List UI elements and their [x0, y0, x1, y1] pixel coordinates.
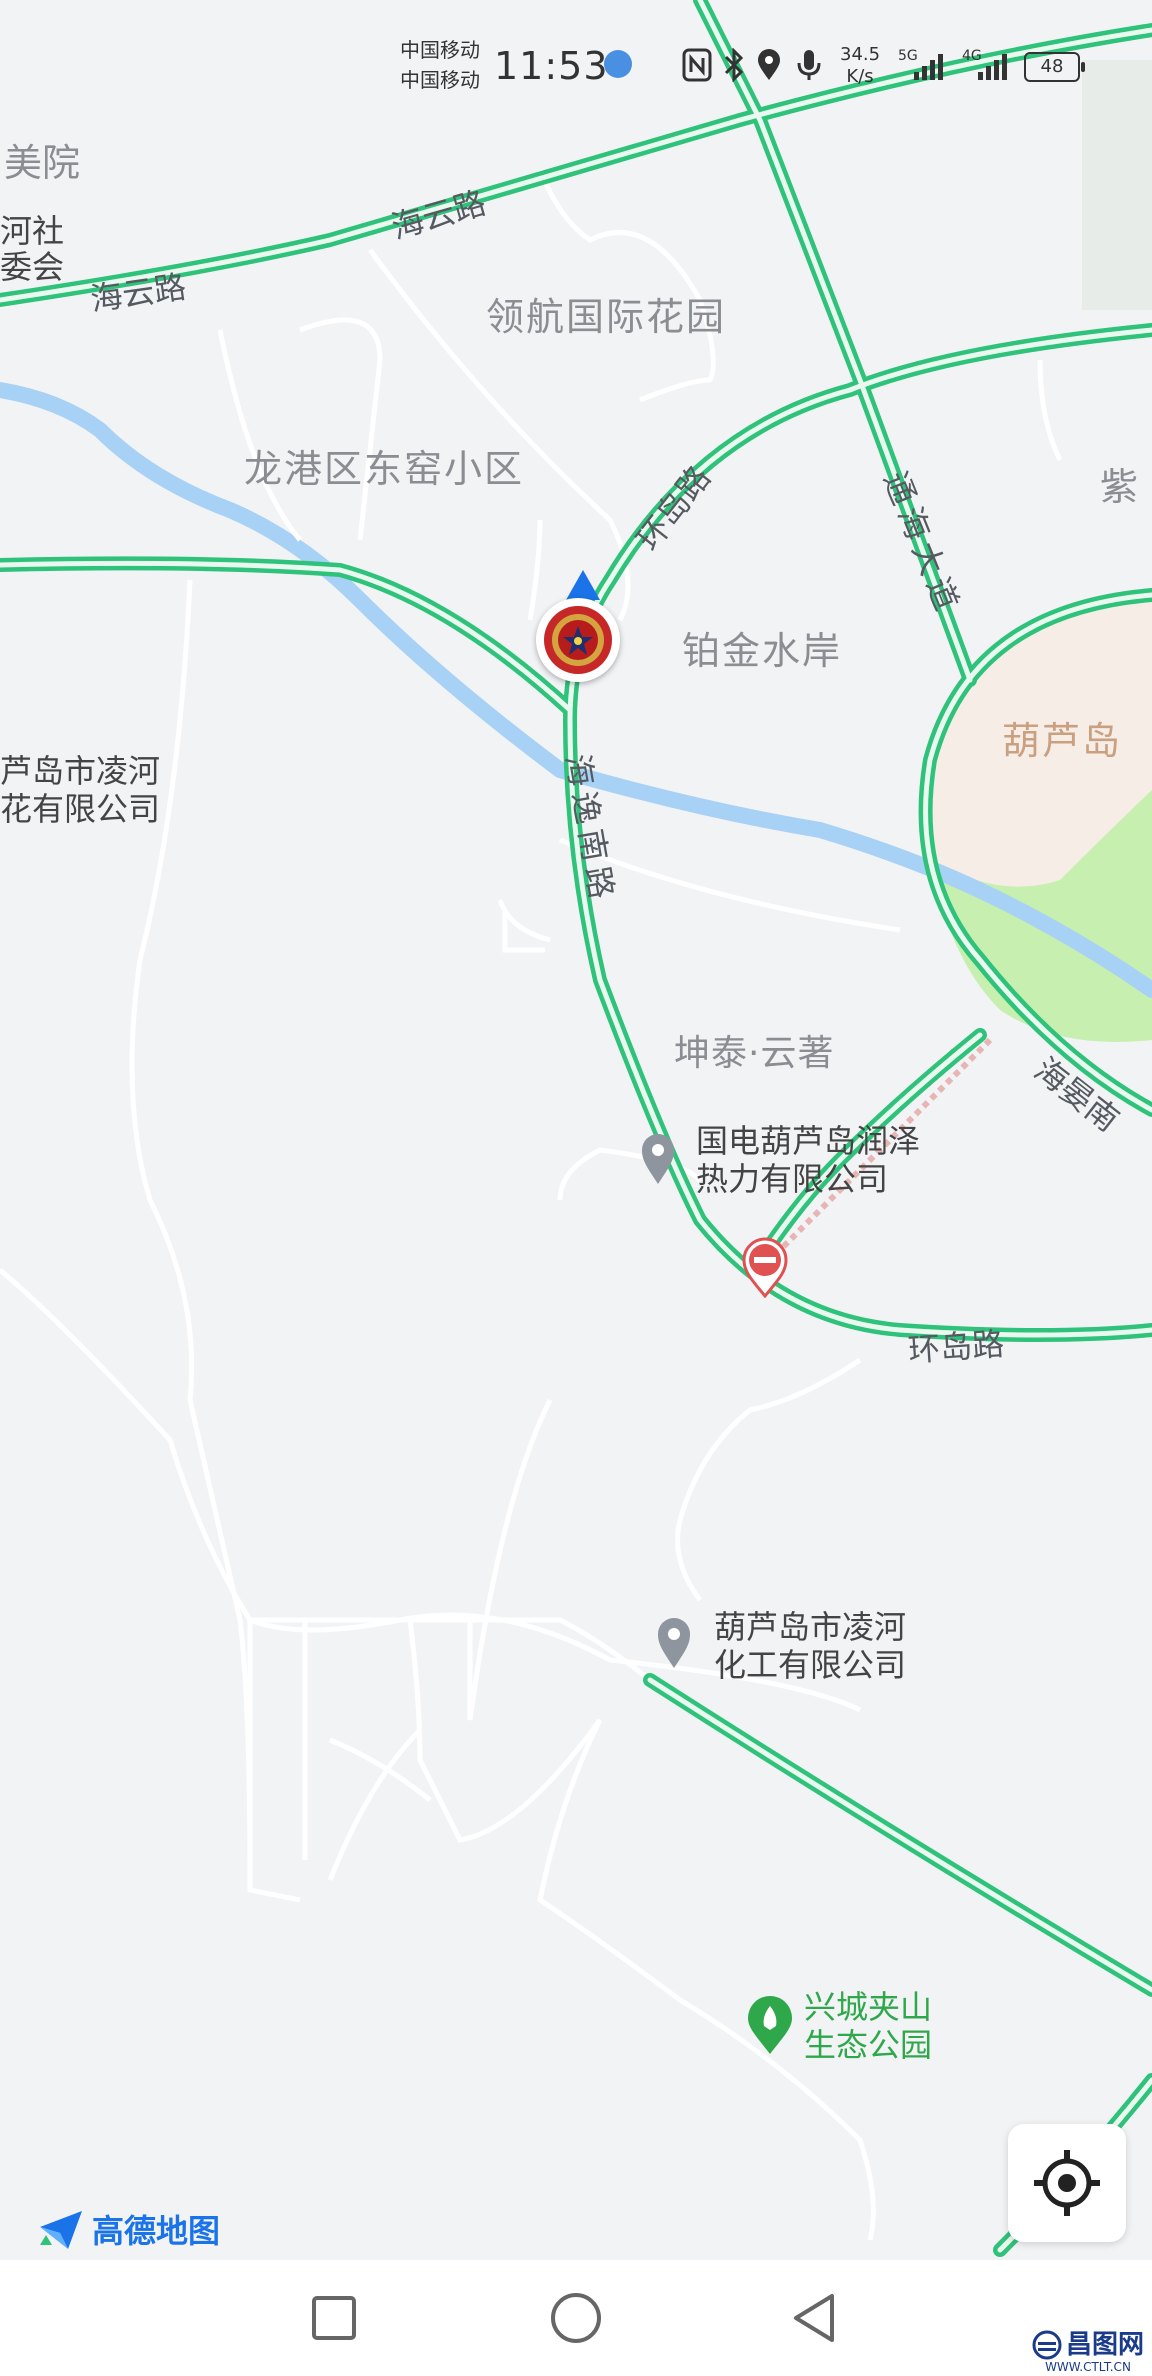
signal-bars-2-icon	[978, 54, 1007, 80]
signal-bars-1-icon	[914, 54, 943, 80]
amap-logo: 高德地图	[38, 2206, 220, 2252]
locate-button[interactable]	[1008, 2124, 1126, 2242]
poi-huagong-2[interactable]: 化工有限公司	[714, 1646, 906, 1684]
battery-indicator: 48	[1024, 52, 1085, 82]
bluetooth-icon	[724, 48, 744, 82]
poi-linghe-left-1[interactable]: 芦岛市凌河	[0, 752, 160, 790]
label-zi: 紫	[1100, 465, 1139, 509]
map-pin-icon[interactable]	[656, 1616, 692, 1670]
current-location-marker[interactable]	[536, 598, 620, 682]
label-kuntai[interactable]: 坤泰·云著	[674, 1024, 834, 1076]
watermark: 昌图网 WWW.CTLT.CN	[1032, 2330, 1144, 2374]
carrier-1: 中国移动	[400, 38, 480, 62]
poi-park-1[interactable]: 兴城夹山	[804, 1988, 932, 2026]
nfc-icon	[682, 48, 712, 82]
clock: 11:53	[494, 44, 609, 88]
crosshair-icon	[1034, 2150, 1100, 2216]
label-donggang[interactable]: 龙港区东窑小区	[244, 438, 524, 493]
road-label-huandao-2: 环岛路	[906, 1324, 1006, 1370]
microphone-icon	[797, 50, 821, 80]
label-bojin[interactable]: 铂金水岸	[682, 620, 842, 675]
amap-logo-text: 高德地图	[92, 2212, 221, 2250]
label-meiyuan: 美院	[4, 141, 81, 185]
poi-linghe-left-2[interactable]: 花有限公司	[0, 790, 160, 828]
net-speed: 34.5 K/s	[840, 44, 881, 87]
location-icon	[758, 49, 780, 80]
globe-icon	[604, 50, 632, 78]
amap-logo-icon	[40, 2211, 82, 2249]
recents-button[interactable]	[304, 2288, 364, 2348]
back-button[interactable]	[786, 2288, 846, 2348]
poi-park-2[interactable]: 生态公园	[804, 2026, 932, 2064]
watermark-main: 昌图网	[1065, 2330, 1144, 2360]
police-badge-icon	[544, 606, 612, 674]
poi-huagong-1[interactable]: 葫芦岛市凌河	[714, 1608, 906, 1646]
poi-guodian-2[interactable]: 热力有限公司	[696, 1160, 888, 1198]
watermark-sub: WWW.CTLT.CN	[1045, 2360, 1131, 2374]
park-pin-icon[interactable]	[746, 1996, 794, 2056]
carrier-2: 中国移动	[400, 68, 480, 92]
watermark-logo-icon	[1032, 2330, 1062, 2360]
status-bar: 中国移动 中国移动 11:53 34.5 K/s 5G 4G 48	[0, 0, 1152, 140]
poi-guodian-1[interactable]: 国电葫芦岛润泽	[696, 1122, 920, 1160]
home-button[interactable]	[546, 2288, 606, 2348]
map-pin-icon[interactable]	[640, 1132, 676, 1186]
label-huludao[interactable]: 葫芦岛	[1002, 710, 1122, 765]
label-hezhe-2: 委会	[0, 248, 65, 286]
label-linghang[interactable]: 领航国际花园	[486, 286, 726, 341]
no-entry-icon[interactable]	[740, 1236, 790, 1298]
system-nav-bar	[0, 2260, 1152, 2376]
